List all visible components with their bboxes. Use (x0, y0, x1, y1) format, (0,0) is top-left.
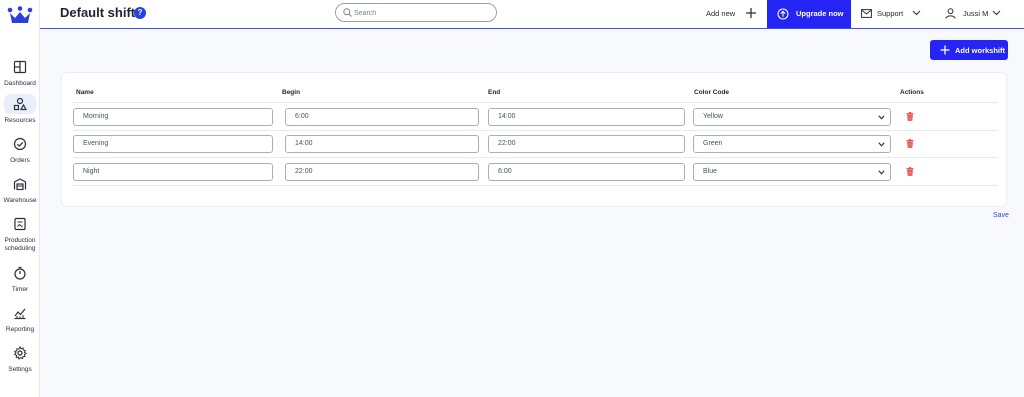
gear-icon (13, 346, 27, 360)
add-workshift-button[interactable]: Add workshift (930, 40, 1008, 60)
shift-end-field[interactable]: 14:00 (488, 108, 685, 126)
column-header-begin: Begin (282, 89, 301, 96)
shift-begin-field[interactable]: 6:00 (285, 108, 479, 126)
trash-icon[interactable] (906, 167, 914, 176)
sidebar-item-label: Orders (10, 157, 30, 164)
column-header-name: Name (76, 89, 94, 96)
chevron-down-icon (878, 115, 885, 120)
shift-end-field[interactable]: 6:00 (488, 163, 685, 181)
chevron-down-icon (912, 10, 921, 16)
schedule-icon (14, 217, 26, 231)
shift-end-field[interactable]: 22:00 (488, 135, 685, 153)
page-title: Default shifts (60, 5, 143, 20)
dashboard-icon (13, 60, 27, 74)
search-icon (343, 8, 352, 17)
shift-begin-field[interactable]: 22:00 (285, 163, 479, 181)
help-icon[interactable]: ? (134, 7, 146, 19)
row-divider (73, 102, 998, 103)
shift-color-select[interactable]: Yellow (693, 108, 891, 126)
resources-icon (13, 97, 27, 111)
arrow-up-circle-icon (777, 8, 789, 20)
chevron-down-icon (878, 142, 885, 147)
add-new-label: Add new (706, 9, 736, 18)
shift-begin-field[interactable]: 14:00 (285, 135, 479, 153)
shift-color-value: Blue (703, 168, 718, 175)
chart-icon (14, 308, 26, 320)
plus-icon (746, 8, 756, 18)
trash-icon[interactable] (906, 112, 914, 121)
save-link[interactable]: Save (993, 212, 1009, 219)
sidebar-item-production-scheduling[interactable]: Production scheduling (0, 214, 40, 253)
user-icon (945, 8, 956, 19)
column-header-actions: Actions (900, 89, 924, 96)
sidebar: Dashboard Resources Orders Warehouse Pro… (0, 0, 40, 397)
add-workshift-label: Add workshift (955, 46, 1005, 55)
sidebar-item-label: Production scheduling (4, 237, 36, 252)
sidebar-item-timer[interactable]: Timer (0, 263, 40, 294)
support-menu[interactable]: Support (861, 0, 931, 28)
sidebar-item-resources[interactable]: Resources (0, 94, 40, 125)
search-box[interactable] (335, 3, 497, 22)
plus-icon (940, 45, 950, 55)
envelope-icon (861, 9, 872, 18)
shift-color-select[interactable]: Green (693, 135, 891, 153)
shift-color-select[interactable]: Blue (693, 163, 891, 181)
chevron-down-icon (992, 10, 1001, 16)
upgrade-label: Upgrade now (796, 9, 844, 18)
check-circle-icon (13, 137, 27, 151)
upgrade-now-button[interactable]: Upgrade now (767, 0, 851, 28)
shift-name-field[interactable]: Evening (73, 135, 273, 153)
column-header-end: End (488, 89, 501, 96)
shift-name-field[interactable]: Night (73, 163, 273, 181)
top-bar: Default shifts ? Add new Upgrade now Sup… (40, 0, 1024, 29)
column-header-color-code: Color Code (694, 89, 730, 96)
sidebar-item-label: Reporting (5, 326, 35, 333)
row-divider (73, 130, 998, 131)
shifts-table-card: Name Begin End Color Code Actions Mornin… (61, 72, 1007, 207)
search-input[interactable] (354, 6, 492, 20)
row-divider (73, 185, 998, 186)
chevron-down-icon (878, 170, 885, 175)
sidebar-item-warehouse[interactable]: Warehouse (0, 174, 40, 205)
sidebar-item-orders[interactable]: Orders (0, 134, 40, 165)
sidebar-item-label: Timer (11, 286, 29, 293)
sidebar-item-label: Dashboard (4, 80, 36, 87)
warehouse-icon (13, 178, 27, 191)
shift-color-value: Green (703, 140, 723, 147)
add-new-button[interactable]: Add new (706, 0, 756, 28)
sidebar-item-label: Resources (4, 117, 36, 124)
crown-logo-icon[interactable] (7, 6, 33, 24)
row-divider (73, 157, 998, 158)
sidebar-item-reporting[interactable]: Reporting (0, 303, 40, 334)
shift-color-value: Yellow (703, 113, 723, 120)
user-name: Jussi M (963, 9, 989, 18)
sidebar-item-label: Settings (8, 366, 32, 373)
sidebar-item-settings[interactable]: Settings (0, 343, 40, 374)
support-label: Support (877, 9, 904, 18)
trash-icon[interactable] (906, 139, 914, 148)
shift-name-field[interactable]: Morning (73, 108, 273, 126)
user-menu[interactable]: Jussi M (945, 0, 1005, 28)
stopwatch-icon (14, 266, 26, 280)
sidebar-item-dashboard[interactable]: Dashboard (0, 57, 40, 88)
sidebar-item-label: Warehouse (3, 197, 37, 204)
